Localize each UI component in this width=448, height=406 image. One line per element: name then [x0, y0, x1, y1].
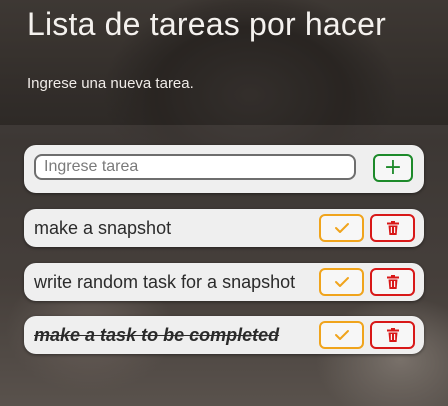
complete-task-button[interactable]	[319, 214, 364, 242]
trash-icon	[386, 328, 399, 342]
task-text: make a snapshot	[34, 218, 172, 238]
trash-icon	[386, 275, 399, 289]
check-icon	[334, 330, 349, 340]
check-icon	[334, 277, 349, 287]
trash-icon	[386, 221, 399, 235]
new-task-form: +	[24, 145, 424, 193]
delete-task-button[interactable]	[370, 268, 415, 296]
task-text: make a task to be completed	[34, 325, 280, 345]
task-item: write random task for a snapshot	[24, 263, 424, 301]
check-icon	[334, 223, 349, 233]
task-input[interactable]	[34, 154, 356, 180]
page-title: Lista de tareas por hacer	[27, 6, 386, 42]
delete-task-button[interactable]	[370, 321, 415, 349]
task-item-completed: make a task to be completed	[24, 316, 424, 354]
task-item: make a snapshot	[24, 209, 424, 247]
task-text: write random task for a snapshot	[34, 272, 296, 292]
complete-task-button[interactable]	[319, 268, 364, 296]
complete-task-button[interactable]	[319, 321, 364, 349]
page-subtitle: Ingrese una nueva tarea.	[27, 75, 194, 92]
add-task-button[interactable]: +	[373, 154, 413, 182]
delete-task-button[interactable]	[370, 214, 415, 242]
